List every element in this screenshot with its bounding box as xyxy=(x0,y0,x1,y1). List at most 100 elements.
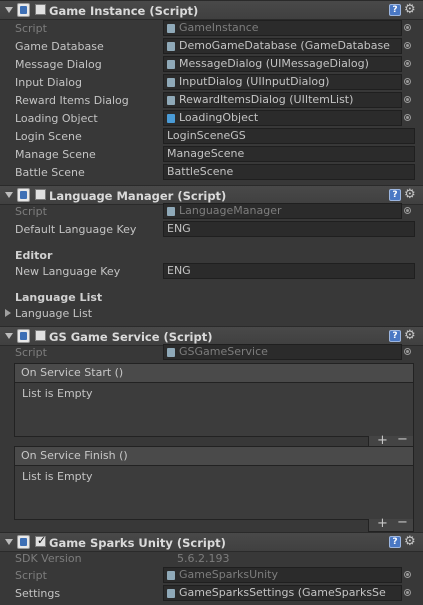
sdk-version-row: SDK Version 5.6.2.193 xyxy=(0,550,423,568)
empty-list-text: List is Empty xyxy=(22,387,93,400)
script-label: Script xyxy=(15,22,47,35)
gear-icon[interactable]: ⚙ xyxy=(404,534,416,550)
asset-icon xyxy=(167,589,175,598)
script-row: Script LanguageManager xyxy=(0,203,423,221)
script-label: Script xyxy=(15,569,47,582)
language-manager-header[interactable]: Language Manager (Script) ? ⚙ xyxy=(0,185,423,205)
enabled-checkbox[interactable] xyxy=(35,330,46,341)
field-label: Manage Scene xyxy=(15,148,96,161)
gs-game-service-header[interactable]: GS Game Service (Script) ? ⚙ xyxy=(0,326,423,346)
component-title: Game Instance (Script) xyxy=(49,4,199,18)
object-picker-icon[interactable] xyxy=(404,96,411,103)
foldout-arrow-icon[interactable] xyxy=(5,7,13,13)
game-database-row: Game Database DemoGameDatabase (GameData… xyxy=(0,38,423,56)
field-label: New Language Key xyxy=(15,265,121,278)
new-language-key-row: New Language Key ENG xyxy=(0,263,423,281)
enabled-checkbox[interactable] xyxy=(35,189,46,200)
remove-event-button[interactable]: − xyxy=(397,515,408,530)
editor-section-title: Editor xyxy=(15,249,53,262)
csharp-script-icon xyxy=(17,3,30,17)
enabled-checkbox[interactable] xyxy=(35,4,46,15)
field-label: Game Database xyxy=(15,40,104,53)
event-title: On Service Start () xyxy=(15,364,413,383)
asset-icon xyxy=(167,60,175,69)
field-label: Settings xyxy=(15,587,61,600)
message-dialog-row: Message Dialog MessageDialog (UIMessageD… xyxy=(0,56,423,74)
field-label: Reward Items Dialog xyxy=(15,94,129,107)
help-icon[interactable]: ? xyxy=(389,4,401,16)
foldout-arrow-icon[interactable] xyxy=(5,333,13,339)
manage-scene-input[interactable]: ManageScene xyxy=(163,146,415,162)
enabled-checkbox[interactable]: ✓ xyxy=(35,534,47,547)
input-dialog-row: Input Dialog InputDialog (UIInputDialog) xyxy=(0,74,423,92)
event-list-footer: + − xyxy=(368,515,414,532)
help-icon[interactable]: ? xyxy=(389,330,401,342)
component-title: Game Sparks Unity (Script) xyxy=(49,536,226,550)
settings-field[interactable]: GameSparksSettings (GameSparksSe xyxy=(163,585,402,601)
foldout-label: Language List xyxy=(15,307,93,320)
foldout-arrow-icon[interactable] xyxy=(5,192,13,198)
empty-list-text: List is Empty xyxy=(22,470,93,483)
input-dialog-field[interactable]: InputDialog (UIInputDialog) xyxy=(163,74,402,90)
event-list: List is Empty xyxy=(15,466,413,519)
loading-object-field[interactable]: LoadingObject xyxy=(163,110,402,126)
sdk-version-label: SDK Version xyxy=(15,552,82,565)
foldout-arrow-icon[interactable] xyxy=(5,539,13,545)
help-icon[interactable]: ? xyxy=(389,536,401,548)
foldout-collapsed-icon[interactable] xyxy=(5,309,11,317)
object-picker-icon[interactable] xyxy=(404,42,411,49)
component-title: GS Game Service (Script) xyxy=(49,330,213,344)
language-list-section-title: Language List xyxy=(15,291,103,304)
event-list: List is Empty xyxy=(15,383,413,436)
field-label: Default Language Key xyxy=(15,223,137,236)
script-row: Script GameInstance xyxy=(0,20,423,38)
csharp-script-icon xyxy=(17,329,30,343)
gear-icon[interactable]: ⚙ xyxy=(404,2,416,18)
default-language-key-input[interactable]: ENG xyxy=(163,221,415,237)
field-label: Message Dialog xyxy=(15,58,102,71)
object-picker-icon xyxy=(404,24,411,31)
on-service-finish-event: On Service Finish () List is Empty xyxy=(14,446,414,520)
script-asset-icon xyxy=(167,24,175,33)
message-dialog-field[interactable]: MessageDialog (UIMessageDialog) xyxy=(163,56,402,72)
manage-scene-row: Manage Scene ManageScene xyxy=(0,146,423,164)
csharp-script-icon xyxy=(17,188,30,202)
reward-items-dialog-field[interactable]: RewardItemsDialog (UIItemList) xyxy=(163,92,402,108)
remove-event-button[interactable]: − xyxy=(397,432,408,447)
reward-items-dialog-row: Reward Items Dialog RewardItemsDialog (U… xyxy=(0,92,423,110)
on-service-start-event: On Service Start () List is Empty xyxy=(14,363,414,437)
script-field: GSGameService xyxy=(163,344,402,360)
script-row: Script GameSparksUnity xyxy=(0,567,423,585)
asset-icon xyxy=(167,96,175,105)
script-asset-icon xyxy=(167,571,175,580)
language-list-foldout[interactable]: Language List xyxy=(0,305,423,323)
new-language-key-input[interactable]: ENG xyxy=(163,263,415,279)
checkmark-icon: ✓ xyxy=(37,534,47,547)
game-instance-header[interactable]: Game Instance (Script) ? ⚙ xyxy=(0,0,423,20)
script-asset-icon xyxy=(167,348,175,357)
object-picker-icon[interactable] xyxy=(404,60,411,67)
battle-scene-input[interactable]: BattleScene xyxy=(163,164,415,180)
object-picker-icon[interactable] xyxy=(404,114,411,121)
field-label: Input Dialog xyxy=(15,76,83,89)
field-label: Login Scene xyxy=(15,130,82,143)
object-picker-icon xyxy=(404,571,411,578)
add-event-button[interactable]: + xyxy=(377,516,388,531)
login-scene-row: Login Scene LoginSceneGS xyxy=(0,128,423,146)
login-scene-input[interactable]: LoginSceneGS xyxy=(163,128,415,144)
object-picker-icon[interactable] xyxy=(404,78,411,85)
object-picker-icon[interactable] xyxy=(404,589,411,596)
gear-icon[interactable]: ⚙ xyxy=(404,187,416,203)
default-language-key-row: Default Language Key ENG xyxy=(0,221,423,239)
script-row: Script GSGameService xyxy=(0,344,423,362)
game-database-field[interactable]: DemoGameDatabase (GameDatabase xyxy=(163,38,402,54)
gear-icon[interactable]: ⚙ xyxy=(404,328,416,344)
game-sparks-unity-header[interactable]: ✓ Game Sparks Unity (Script) ? ⚙ xyxy=(0,532,423,552)
loading-object-row: Loading Object LoadingObject xyxy=(0,110,423,128)
script-asset-icon xyxy=(167,207,175,216)
field-label: Battle Scene xyxy=(15,166,85,179)
csharp-script-icon xyxy=(17,535,30,549)
help-icon[interactable]: ? xyxy=(389,189,401,201)
asset-icon xyxy=(167,78,175,87)
script-field: GameSparksUnity xyxy=(163,567,402,583)
